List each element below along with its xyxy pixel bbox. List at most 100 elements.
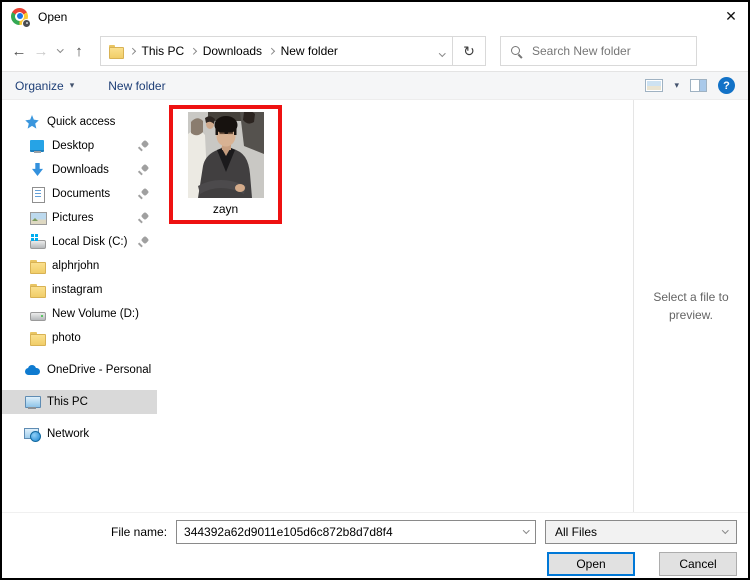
help-icon[interactable]: ? xyxy=(718,77,735,94)
sidebar-item-pictures[interactable]: Pictures xyxy=(2,206,157,230)
sidebar-item-label: Quick access xyxy=(47,116,115,128)
sidebar-item-label: Desktop xyxy=(52,140,94,152)
file-name-label: zayn xyxy=(213,202,238,216)
network-icon xyxy=(24,426,41,442)
views-dropdown-icon[interactable]: ▾ xyxy=(674,80,679,91)
search-box xyxy=(500,36,697,66)
chevron-down-icon xyxy=(439,50,445,56)
sidebar-item-label: Local Disk (C:) xyxy=(52,236,127,248)
window-title: Open xyxy=(38,10,67,24)
chevron-down-icon xyxy=(57,46,63,52)
toolbar-view-controls: ▾ ? xyxy=(645,77,735,94)
sidebar-item-local-disk-c[interactable]: Local Disk (C:) xyxy=(2,230,157,254)
chrome-app-icon xyxy=(11,8,29,26)
pin-icon xyxy=(137,212,149,224)
sidebar-item-documents[interactable]: Documents xyxy=(2,182,157,206)
local-disk-icon xyxy=(29,234,46,250)
sidebar-item-new-volume-d[interactable]: New Volume (D:) xyxy=(2,302,157,326)
sidebar-item-onedrive[interactable]: OneDrive - Personal xyxy=(2,358,157,382)
sidebar-item-desktop[interactable]: Desktop xyxy=(2,134,157,158)
recent-locations-button[interactable] xyxy=(52,39,68,63)
preview-message: Select a file to preview. xyxy=(646,288,736,324)
file-name-field-label: File name: xyxy=(111,525,167,539)
pin-icon xyxy=(137,188,149,200)
preview-pane-icon[interactable] xyxy=(690,79,707,92)
thumbnail-view-icon[interactable] xyxy=(645,79,663,92)
sidebar-item-this-pc[interactable]: This PC xyxy=(2,390,157,414)
folder-icon xyxy=(29,330,46,346)
caret-down-icon: ▾ xyxy=(70,80,75,91)
sidebar-item-label: This PC xyxy=(47,396,88,408)
file-type-value: All Files xyxy=(555,525,597,539)
file-list-area: zayn xyxy=(157,100,633,512)
folder-icon xyxy=(109,45,123,57)
breadcrumb-separator-icon xyxy=(190,48,196,54)
sidebar-item-label: Network xyxy=(47,428,89,440)
file-type-dropdown[interactable]: All Files xyxy=(545,520,737,544)
gear-badge-icon xyxy=(22,19,31,28)
navigation-bar: ← → ↑ This PC Downloads New folder ↻ xyxy=(2,31,748,71)
chevron-down-icon xyxy=(722,527,728,533)
title-bar: Open ✕ xyxy=(2,2,748,31)
desktop-icon xyxy=(29,138,46,154)
sidebar-item-label: photo xyxy=(52,332,81,344)
up-button[interactable]: ↑ xyxy=(68,39,90,63)
preview-pane: Select a file to preview. xyxy=(633,100,748,512)
pin-icon xyxy=(137,140,149,152)
breadcrumb-separator-icon xyxy=(268,48,274,54)
sidebar-item-photo[interactable]: photo xyxy=(2,326,157,350)
sidebar-item-quick-access[interactable]: Quick access xyxy=(2,110,157,134)
open-file-dialog: Open ✕ ← → ↑ This PC Downloads New folde… xyxy=(0,0,750,580)
folder-icon xyxy=(29,282,46,298)
close-icon[interactable]: ✕ xyxy=(714,2,748,31)
sidebar-item-network[interactable]: Network xyxy=(2,422,157,446)
forward-button[interactable]: → xyxy=(30,39,52,63)
breadcrumb-item-this-pc[interactable]: This PC xyxy=(142,44,185,58)
pin-icon xyxy=(137,164,149,176)
address-bar: This PC Downloads New folder ↻ xyxy=(100,36,486,66)
downloads-icon xyxy=(29,162,46,178)
open-button[interactable]: Open xyxy=(547,552,635,576)
zayn-photo-thumbnail xyxy=(188,112,264,198)
sidebar-item-label: Pictures xyxy=(52,212,94,224)
buttons-row: Open Cancel xyxy=(2,552,737,576)
sidebar-item-alphrjohn[interactable]: alphrjohn xyxy=(2,254,157,278)
file-item-zayn[interactable]: zayn xyxy=(169,105,282,224)
pin-icon xyxy=(137,236,149,248)
cancel-button[interactable]: Cancel xyxy=(659,552,737,576)
sidebar-item-label: alphrjohn xyxy=(52,260,99,272)
documents-icon xyxy=(29,186,46,202)
breadcrumb: This PC Downloads New folder xyxy=(101,37,452,65)
breadcrumb-separator-icon xyxy=(129,48,135,54)
dialog-body: Quick access Desktop Downloads Documents… xyxy=(2,100,748,512)
pictures-icon xyxy=(29,210,46,226)
this-pc-icon xyxy=(24,394,41,410)
breadcrumb-item-new-folder[interactable]: New folder xyxy=(281,44,338,58)
file-name-combobox xyxy=(176,520,536,544)
organize-button[interactable]: Organize ▾ xyxy=(15,79,74,93)
file-name-input[interactable] xyxy=(184,525,517,539)
file-name-row: File name: All Files xyxy=(2,520,737,544)
onedrive-cloud-icon xyxy=(24,362,41,378)
address-dropdown-button[interactable] xyxy=(440,44,445,58)
sidebar-item-downloads[interactable]: Downloads xyxy=(2,158,157,182)
sidebar-item-label: New Volume (D:) xyxy=(52,308,139,320)
sidebar-item-label: OneDrive - Personal xyxy=(47,364,151,376)
chevron-down-icon[interactable] xyxy=(523,527,529,533)
organize-label: Organize xyxy=(15,79,64,93)
back-button[interactable]: ← xyxy=(8,39,30,63)
quick-access-icon xyxy=(24,114,41,130)
sidebar-item-instagram[interactable]: instagram xyxy=(2,278,157,302)
refresh-button[interactable]: ↻ xyxy=(453,37,485,65)
folder-icon xyxy=(29,258,46,274)
command-toolbar: Organize ▾ New folder ▾ ? xyxy=(2,71,748,100)
navigation-sidebar: Quick access Desktop Downloads Documents… xyxy=(2,100,157,512)
sidebar-item-label: Downloads xyxy=(52,164,109,176)
breadcrumb-item-downloads[interactable]: Downloads xyxy=(203,44,262,58)
sidebar-item-label: Documents xyxy=(52,188,110,200)
drive-icon xyxy=(29,306,46,322)
new-folder-button[interactable]: New folder xyxy=(108,79,165,93)
search-input[interactable] xyxy=(532,44,687,58)
search-icon xyxy=(510,45,523,58)
sidebar-item-label: instagram xyxy=(52,284,103,296)
